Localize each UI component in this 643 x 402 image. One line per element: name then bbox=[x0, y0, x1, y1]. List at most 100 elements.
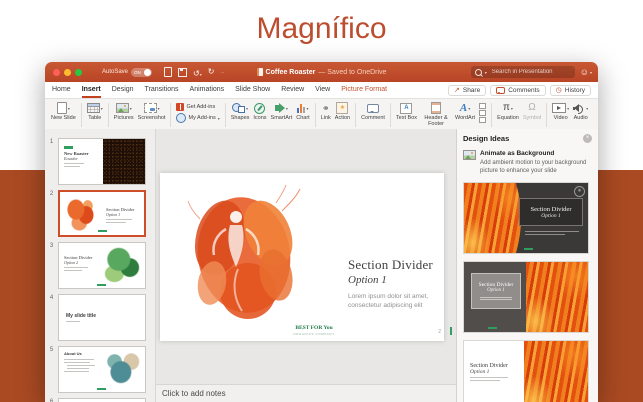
get-add-ins-icon bbox=[176, 103, 184, 111]
symbol-icon: Ω bbox=[528, 103, 535, 113]
new-document-icon[interactable] bbox=[164, 67, 172, 77]
insert-misc-buttons[interactable] bbox=[479, 101, 486, 123]
ribbon-shapes-button[interactable]: ▾ Shapes bbox=[231, 101, 250, 121]
zoom-button[interactable] bbox=[75, 69, 82, 76]
ribbon-smartart-button[interactable]: ▾ SmartArt bbox=[271, 101, 293, 121]
slide-logo: BEST FOR You ORGANICS COMPANY bbox=[292, 325, 336, 336]
ribbon-link-button[interactable]: ⚭ Link bbox=[321, 101, 331, 121]
ribbon-audio-button[interactable]: ▾ Audio bbox=[573, 101, 588, 121]
tab-animations[interactable]: Animations bbox=[190, 82, 225, 98]
ribbon-screenshot-button[interactable]: ▾ Screenshot bbox=[138, 101, 166, 121]
tab-design[interactable]: Design bbox=[112, 82, 134, 98]
ribbon-tab-bar: Home Insert Design Transitions Animation… bbox=[45, 82, 598, 99]
group-divider bbox=[225, 103, 226, 127]
ribbon-icons-button[interactable]: Icons bbox=[253, 101, 266, 121]
chart-icon bbox=[297, 103, 305, 113]
tab-slide-show[interactable]: Slide Show bbox=[235, 82, 270, 98]
ribbon-chart-button[interactable]: ▾ Chart bbox=[296, 101, 309, 121]
ribbon-wordart-button[interactable]: A▾ WordArt bbox=[455, 101, 475, 121]
slide-thumbnail-3[interactable]: Section Divider Option 2 bbox=[58, 242, 146, 289]
text-box-label: Text Box bbox=[396, 115, 417, 121]
ribbon-symbol-button[interactable]: Ω Symbol bbox=[523, 101, 541, 121]
ribbon-text-box-button[interactable]: A Text Box bbox=[396, 101, 417, 121]
chevron-down-icon: ▾ bbox=[468, 106, 470, 111]
green-tag bbox=[64, 146, 73, 149]
chevron-down-icon: ▾ bbox=[158, 106, 160, 111]
chart-label: Chart bbox=[296, 115, 309, 121]
search-box[interactable]: ▾ bbox=[471, 66, 575, 78]
design-idea-card-3[interactable]: Section Divider Option 1 bbox=[463, 340, 589, 402]
flame-art bbox=[526, 262, 588, 332]
group-divider bbox=[170, 103, 171, 127]
group-divider bbox=[315, 103, 316, 127]
ribbon-table-button[interactable]: ▾ Table bbox=[87, 101, 103, 121]
text-line bbox=[106, 219, 132, 220]
document-title: Coffee Roaster bbox=[266, 69, 316, 76]
close-icon[interactable]: × bbox=[583, 134, 592, 143]
comment-bubble-icon bbox=[496, 87, 505, 94]
audio-label: Audio bbox=[574, 115, 588, 121]
autosave-toggle[interactable]: ON bbox=[131, 68, 152, 77]
minimize-button[interactable] bbox=[64, 69, 71, 76]
tab-review[interactable]: Review bbox=[281, 82, 304, 98]
screenshot-stage: Magnífico AutoSave ON ↺▾ ↻ ⋯ bbox=[0, 0, 643, 402]
slide-thumbnail-2-selected[interactable]: Section Divider Option 1 bbox=[58, 190, 146, 237]
ribbon-video-button[interactable]: ▾ Video bbox=[552, 101, 569, 121]
tab-view[interactable]: View bbox=[315, 82, 330, 98]
ribbon-equation-button[interactable]: π▾ Equation bbox=[497, 101, 519, 121]
history-button[interactable]: ◷History bbox=[550, 85, 591, 96]
logo-mark bbox=[524, 248, 533, 250]
slide-thumbnail-6[interactable] bbox=[58, 398, 146, 402]
comments-label: Comments bbox=[508, 87, 539, 94]
slide-number-placeholder: 2 bbox=[438, 329, 441, 335]
chevron-down-icon: ▾ bbox=[68, 106, 70, 111]
text-line bbox=[64, 166, 80, 167]
ribbon-new-slide-button[interactable]: ▾ New Slide bbox=[51, 101, 76, 121]
slide-thumbnail-5[interactable]: About Us bbox=[58, 346, 146, 393]
save-icon[interactable] bbox=[178, 68, 187, 77]
slide-canvas[interactable]: Section Divider Option 1 Lorem ipsum dol… bbox=[160, 173, 444, 341]
ribbon-header-footer-button[interactable]: Header & Footer bbox=[421, 101, 451, 127]
ribbon-get-add-ins-button[interactable]: Get Add-ins bbox=[176, 103, 219, 111]
ribbon-comment-button[interactable]: Comment bbox=[361, 101, 385, 121]
undo-button[interactable]: ↺▾ bbox=[193, 63, 202, 81]
ribbon-pictures-button[interactable]: ▾ Pictures bbox=[114, 101, 134, 121]
ribbon-action-button[interactable]: ★ Action bbox=[335, 101, 350, 121]
tab-insert[interactable]: Insert bbox=[82, 82, 101, 98]
flame-art bbox=[464, 183, 521, 253]
slide-illustration bbox=[186, 183, 302, 325]
smartart-label: SmartArt bbox=[271, 115, 293, 121]
star-icon: ★ bbox=[340, 105, 345, 111]
feedback-button[interactable]: ☺▾ bbox=[580, 67, 592, 77]
ribbon-my-add-ins-button[interactable]: My Add-ins▾ bbox=[176, 113, 219, 123]
close-button[interactable] bbox=[53, 69, 60, 76]
tab-transitions[interactable]: Transitions bbox=[145, 82, 179, 98]
slide-title: Section Divider bbox=[348, 257, 440, 273]
slide-number: 5 bbox=[45, 347, 58, 353]
history-label: History bbox=[565, 87, 585, 94]
notes-area[interactable]: Click to add notes bbox=[156, 384, 456, 402]
new-slide-label: New Slide bbox=[51, 115, 76, 121]
tab-picture-format[interactable]: Picture Format bbox=[341, 82, 387, 98]
watercolor-green bbox=[99, 245, 143, 286]
equation-label: Equation bbox=[497, 115, 519, 121]
thumb-title: About Us bbox=[64, 352, 104, 357]
comments-button[interactable]: Comments bbox=[490, 85, 545, 96]
page-title: Magnífico bbox=[0, 12, 643, 46]
text-line bbox=[67, 365, 95, 366]
search-input[interactable] bbox=[490, 68, 571, 76]
group-divider bbox=[81, 103, 82, 127]
design-idea-card-1[interactable]: Section Divider Option 1 ✳ bbox=[463, 182, 589, 254]
slide-number: 3 bbox=[45, 243, 58, 249]
more-icon[interactable]: ⋯ bbox=[220, 70, 224, 75]
chevron-down-icon: ▾ bbox=[567, 106, 569, 111]
tab-home[interactable]: Home bbox=[52, 82, 71, 98]
redo-icon[interactable]: ↻ bbox=[208, 68, 215, 76]
chevron-down-icon: ▾ bbox=[218, 116, 220, 121]
share-button[interactable]: ↗Share bbox=[448, 85, 486, 96]
slide-thumbnail-1[interactable]: New Roaster Ecuador bbox=[58, 138, 146, 185]
design-idea-card-2[interactable]: Section Divider Option 1 bbox=[463, 261, 589, 333]
date-time-icon bbox=[479, 110, 486, 116]
text-box-icon: A bbox=[400, 103, 412, 114]
slide-thumbnail-4[interactable]: My slide title bbox=[58, 294, 146, 341]
